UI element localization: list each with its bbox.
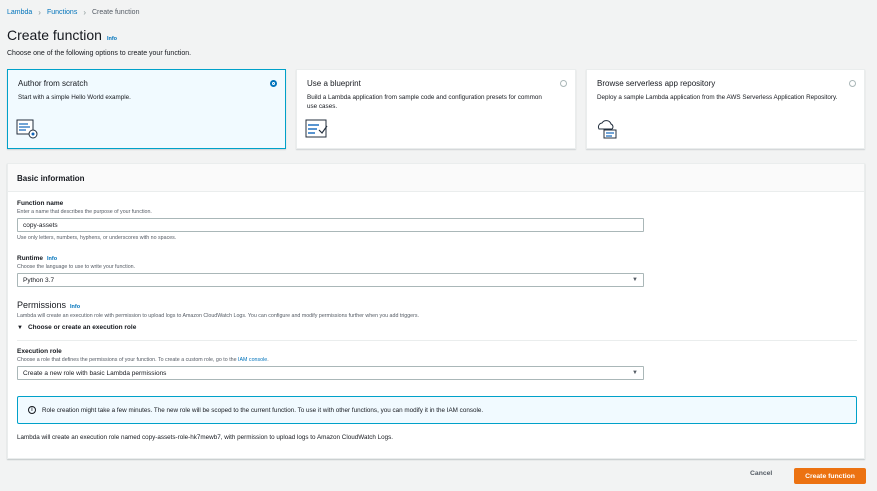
- permissions-desc: Lambda will create an execution role wit…: [17, 313, 420, 319]
- runtime-field: Runtime Info Choose the language to use …: [17, 255, 644, 287]
- creation-options: Author from scratch Start with a simple …: [7, 69, 865, 149]
- breadcrumb-lambda[interactable]: Lambda: [7, 9, 32, 16]
- permissions-section: Permissions Info Lambda will create an e…: [17, 300, 419, 331]
- chevron-right-icon: ›: [83, 8, 86, 17]
- option-serverless-repo[interactable]: Browse serverless app repository Deploy …: [586, 69, 865, 149]
- execution-role-field: Execution role Choose a role that define…: [17, 348, 644, 380]
- iam-console-link[interactable]: IAM console: [238, 357, 267, 363]
- execution-role-desc-suffix: .: [267, 357, 269, 363]
- runtime-desc: Choose the language to use to write your…: [17, 264, 136, 270]
- function-name-hint: Use only letters, numbers, hyphens, or u…: [17, 235, 177, 241]
- radio-selected[interactable]: [270, 80, 277, 87]
- function-name-desc: Enter a name that describes the purpose …: [17, 209, 152, 215]
- permissions-info-link[interactable]: Info: [70, 304, 80, 310]
- runtime-info-link[interactable]: Info: [47, 256, 57, 262]
- execution-role-value: Create a new role with basic Lambda perm…: [23, 369, 167, 377]
- page-title: Create function Info: [7, 27, 117, 43]
- radio-unselected[interactable]: [849, 80, 856, 87]
- role-footnote: Lambda will create an execution role nam…: [17, 434, 394, 441]
- function-name-field: Function name Enter a name that describe…: [17, 200, 644, 241]
- execution-role-desc-text: Choose a role that defines the permissio…: [17, 357, 237, 363]
- option-desc: Build a Lambda application from sample c…: [307, 94, 542, 110]
- breadcrumb-current: Create function: [92, 9, 140, 16]
- option-desc: Start with a simple Hello World example.: [18, 94, 131, 101]
- permissions-title: Permissions Info: [17, 300, 419, 310]
- create-function-page: Lambda › Functions › Create function Cre…: [0, 0, 877, 491]
- code-editor-icon: [16, 119, 38, 139]
- option-use-blueprint[interactable]: Use a blueprint Build a Lambda applicati…: [296, 69, 576, 149]
- basic-information-panel: Basic information Function name Enter a …: [7, 163, 865, 459]
- option-title: Browse serverless app repository: [597, 79, 716, 88]
- caret-down-icon: ▼: [632, 277, 638, 283]
- permissions-title-text: Permissions: [17, 300, 67, 310]
- option-desc: Deploy a sample Lambda application from …: [597, 94, 838, 101]
- create-function-button[interactable]: Create function: [794, 468, 866, 484]
- chevron-right-icon: ›: [38, 8, 41, 17]
- option-title: Author from scratch: [18, 79, 88, 88]
- breadcrumb: Lambda › Functions › Create function: [7, 8, 139, 17]
- execution-role-desc: Choose a role that defines the permissio…: [17, 357, 644, 363]
- runtime-label: Runtime Info: [17, 255, 644, 262]
- expander-label: Choose or create an execution role: [27, 324, 137, 331]
- breadcrumb-functions[interactable]: Functions: [47, 9, 77, 16]
- page-subtitle: Choose one of the following options to c…: [7, 50, 192, 57]
- runtime-label-text: Runtime: [17, 255, 43, 262]
- function-name-input[interactable]: copy-assets: [17, 218, 644, 232]
- caret-down-icon: ▼: [17, 324, 23, 331]
- function-name-label: Function name: [17, 200, 64, 207]
- cloud-repository-icon: [597, 120, 617, 139]
- blueprint-icon: [305, 119, 328, 138]
- info-alert: i Role creation might take a few minutes…: [17, 396, 857, 424]
- execution-role-label: Execution role: [17, 348, 62, 355]
- option-author-from-scratch[interactable]: Author from scratch Start with a simple …: [7, 69, 286, 149]
- execution-role-select[interactable]: Create a new role with basic Lambda perm…: [17, 366, 644, 380]
- section-divider: [17, 340, 857, 341]
- alert-text: Role creation might take a few minutes. …: [42, 406, 484, 414]
- option-title: Use a blueprint: [307, 79, 361, 88]
- runtime-value: Python 3.7: [23, 276, 55, 284]
- function-name-value: copy-assets: [23, 221, 58, 229]
- caret-down-icon: ▼: [632, 370, 638, 376]
- radio-unselected[interactable]: [560, 80, 567, 87]
- page-title-text: Create function: [7, 27, 102, 43]
- panel-heading: Basic information: [8, 164, 864, 192]
- title-info-link[interactable]: Info: [107, 36, 117, 42]
- cancel-button[interactable]: Cancel: [750, 470, 772, 477]
- info-circle-icon: i: [28, 406, 36, 414]
- runtime-select[interactable]: Python 3.7 ▼: [17, 273, 644, 287]
- execution-role-expander[interactable]: ▼ Choose or create an execution role: [17, 324, 419, 331]
